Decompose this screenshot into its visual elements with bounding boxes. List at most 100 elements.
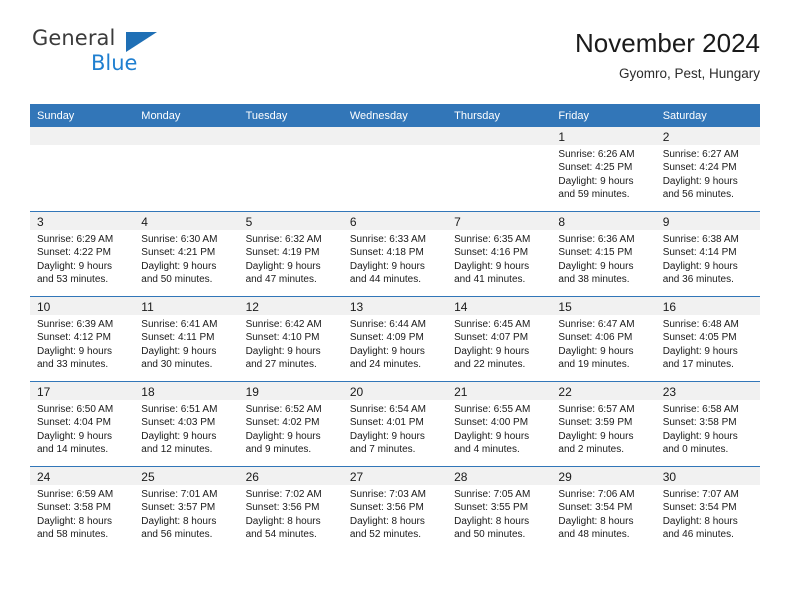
sunrise-text: Sunrise: 6:29 AM bbox=[37, 234, 114, 245]
day-number: 12 bbox=[245, 300, 259, 314]
day-cell-inner: 21 Sunrise: 6:55 AM Sunset: 4:00 PM Dayligh… bbox=[447, 382, 552, 466]
calendar-day-cell[interactable]: 17 Sunrise: 6:50 AM Sunset: 4:04 PM Dayligh… bbox=[30, 381, 135, 467]
day-number-band bbox=[342, 127, 448, 145]
day-number: 8 bbox=[558, 215, 566, 229]
weekday-header-thursday: Thursday bbox=[447, 104, 552, 127]
weekday-header-tuesday: Tuesday bbox=[238, 104, 343, 127]
day-details: Sunrise: 7:05 AM Sunset: 3:55 PM Daylight:… bbox=[447, 485, 551, 542]
day-number: 18 bbox=[141, 385, 155, 399]
calendar-day-cell[interactable]: 11 Sunrise: 6:41 AM Sunset: 4:11 PM Dayligh… bbox=[134, 296, 239, 382]
logo-triangle-icon bbox=[126, 32, 157, 52]
daylight-text-line1: Daylight: 8 hours bbox=[558, 515, 634, 527]
calendar-day-cell[interactable]: 26 Sunrise: 7:02 AM Sunset: 3:56 PM Dayligh… bbox=[238, 466, 343, 551]
calendar-day-cell[interactable]: 30 Sunrise: 7:07 AM Sunset: 3:54 PM Dayligh… bbox=[655, 466, 760, 551]
day-cell-inner: 30 Sunrise: 7:07 AM Sunset: 3:54 PM Dayligh… bbox=[655, 467, 760, 551]
calendar-day-cell[interactable]: 21 Sunrise: 6:55 AM Sunset: 4:00 PM Dayligh… bbox=[447, 381, 552, 467]
day-details: Sunrise: 7:06 AM Sunset: 3:54 PM Daylight:… bbox=[551, 485, 655, 542]
daylight-text-line1: Daylight: 9 hours bbox=[245, 430, 321, 442]
sunset-text: Sunset: 3:59 PM bbox=[558, 417, 633, 429]
daylight-text-line1: Daylight: 9 hours bbox=[454, 260, 530, 272]
calendar-day-cell[interactable]: 20 Sunrise: 6:54 AM Sunset: 4:01 PM Dayligh… bbox=[342, 381, 448, 467]
daylight-text-line2: and 41 minutes. bbox=[454, 274, 526, 286]
day-number: 23 bbox=[662, 385, 677, 399]
daylight-text-line2: and 38 minutes. bbox=[558, 274, 630, 286]
calendar-day-cell[interactable]: 10 Sunrise: 6:39 AM Sunset: 4:12 PM Dayligh… bbox=[30, 296, 135, 382]
sunset-text: Sunset: 4:24 PM bbox=[662, 162, 737, 174]
sunset-text: Sunset: 4:02 PM bbox=[245, 417, 320, 429]
calendar-day-cell[interactable]: 18 Sunrise: 6:51 AM Sunset: 4:03 PM Dayligh… bbox=[134, 381, 239, 467]
day-cell-inner bbox=[342, 127, 448, 211]
calendar-day-cell[interactable]: 5 Sunrise: 6:32 AM Sunset: 4:19 PM Daylight… bbox=[238, 211, 343, 297]
sunset-text: Sunset: 3:56 PM bbox=[245, 502, 320, 514]
day-number: 27 bbox=[349, 470, 364, 484]
day-cell-inner: 20 Sunrise: 6:54 AM Sunset: 4:01 PM Dayligh… bbox=[342, 382, 448, 466]
daylight-text-line1: Daylight: 8 hours bbox=[245, 515, 321, 527]
weekday-header-sunday: Sunday bbox=[30, 104, 135, 127]
day-number: 30 bbox=[662, 470, 677, 484]
daylight-text-line1: Daylight: 9 hours bbox=[558, 430, 634, 442]
calendar-day-cell[interactable]: 12 Sunrise: 6:42 AM Sunset: 4:10 PM Dayligh… bbox=[238, 296, 343, 382]
calendar-day-cell[interactable]: 25 Sunrise: 7:01 AM Sunset: 3:57 PM Dayligh… bbox=[134, 466, 239, 551]
calendar-day-cell[interactable]: 6 Sunrise: 6:33 AM Sunset: 4:18 PM Daylight… bbox=[342, 211, 448, 297]
calendar-day-cell[interactable]: 14 Sunrise: 6:45 AM Sunset: 4:07 PM Dayligh… bbox=[447, 296, 552, 382]
sunrise-text: Sunrise: 6:41 AM bbox=[141, 319, 218, 330]
sunset-text: Sunset: 4:22 PM bbox=[37, 247, 111, 259]
sunset-text: Sunset: 3:58 PM bbox=[662, 417, 737, 429]
day-number: 28 bbox=[454, 470, 468, 484]
day-number-band: 6 bbox=[342, 212, 448, 230]
sunrise-text: Sunrise: 6:35 AM bbox=[454, 234, 531, 245]
calendar-day-cell[interactable]: 24 Sunrise: 6:59 AM Sunset: 3:58 PM Dayligh… bbox=[30, 466, 135, 551]
calendar-day-cell[interactable]: 4 Sunrise: 6:30 AM Sunset: 4:21 PM Daylight… bbox=[134, 211, 239, 297]
calendar-day-cell[interactable]: 16 Sunrise: 6:48 AM Sunset: 4:05 PM Dayligh… bbox=[655, 296, 760, 382]
daylight-text-line1: Daylight: 8 hours bbox=[662, 515, 738, 527]
general-blue-logo[interactable]: General Blue bbox=[30, 26, 157, 82]
calendar-day-cell[interactable]: 19 Sunrise: 6:52 AM Sunset: 4:02 PM Dayligh… bbox=[238, 381, 343, 467]
daylight-text-line2: and 0 minutes. bbox=[662, 444, 729, 456]
calendar-body: 1 Sunrise: 6:26 AM Sunset: 4:25 PM Daylight… bbox=[30, 127, 760, 551]
day-number-band: 12 bbox=[238, 297, 343, 315]
calendar-day-cell[interactable]: 15 Sunrise: 6:47 AM Sunset: 4:06 PM Dayligh… bbox=[551, 296, 656, 382]
daylight-text-line1: Daylight: 8 hours bbox=[141, 515, 217, 527]
sunset-text: Sunset: 3:57 PM bbox=[141, 502, 216, 514]
day-number-band: 4 bbox=[134, 212, 239, 230]
sunset-text: Sunset: 4:03 PM bbox=[141, 417, 216, 429]
calendar-day-cell[interactable]: 27 Sunrise: 7:03 AM Sunset: 3:56 PM Dayligh… bbox=[342, 466, 448, 551]
calendar-day-cell[interactable]: 29 Sunrise: 7:06 AM Sunset: 3:54 PM Dayligh… bbox=[551, 466, 656, 551]
calendar-day-cell[interactable]: 2 Sunrise: 6:27 AM Sunset: 4:24 PM Daylight… bbox=[655, 127, 760, 212]
day-number-band bbox=[238, 127, 343, 145]
sunset-text: Sunset: 4:16 PM bbox=[454, 247, 529, 259]
calendar-day-cell[interactable]: 3 Sunrise: 6:29 AM Sunset: 4:22 PM Daylight… bbox=[30, 211, 135, 297]
daylight-text-line2: and 54 minutes. bbox=[245, 529, 317, 541]
day-number: 10 bbox=[37, 300, 51, 314]
sunrise-text: Sunrise: 6:30 AM bbox=[141, 234, 218, 245]
day-details: Sunrise: 6:33 AM Sunset: 4:18 PM Daylight:… bbox=[343, 230, 447, 287]
daylight-text-line2: and 12 minutes. bbox=[141, 444, 213, 456]
day-cell-inner: 14 Sunrise: 6:45 AM Sunset: 4:07 PM Dayligh… bbox=[447, 297, 552, 381]
sunset-text: Sunset: 4:09 PM bbox=[349, 332, 424, 344]
day-number-band: 30 bbox=[655, 467, 760, 485]
calendar-day-cell[interactable]: 28 Sunrise: 7:05 AM Sunset: 3:55 PM Dayligh… bbox=[447, 466, 552, 551]
logo-text-general: General bbox=[32, 26, 116, 50]
calendar-day-cell[interactable]: 1 Sunrise: 6:26 AM Sunset: 4:25 PM Daylight… bbox=[551, 127, 656, 212]
daylight-text-line1: Daylight: 9 hours bbox=[141, 430, 217, 442]
calendar-day-cell[interactable]: 22 Sunrise: 6:57 AM Sunset: 3:59 PM Dayligh… bbox=[551, 381, 656, 467]
calendar-day-cell[interactable]: 7 Sunrise: 6:35 AM Sunset: 4:16 PM Daylight… bbox=[447, 211, 552, 297]
daylight-text-line2: and 52 minutes. bbox=[349, 529, 422, 541]
calendar-day-cell[interactable]: 9 Sunrise: 6:38 AM Sunset: 4:14 PM Daylight… bbox=[655, 211, 760, 297]
sunrise-text: Sunrise: 7:01 AM bbox=[141, 489, 218, 500]
day-number-band: 1 bbox=[551, 127, 656, 145]
day-number: 19 bbox=[245, 385, 259, 399]
calendar-day-cell[interactable]: 13 Sunrise: 6:44 AM Sunset: 4:09 PM Dayligh… bbox=[342, 296, 448, 382]
calendar-week-row: 10 Sunrise: 6:39 AM Sunset: 4:12 PM Dayligh… bbox=[30, 296, 760, 382]
calendar-day-cell[interactable]: 23 Sunrise: 6:58 AM Sunset: 3:58 PM Dayligh… bbox=[655, 381, 760, 467]
weekday-header-monday: Monday bbox=[134, 104, 239, 127]
sunrise-text: Sunrise: 6:57 AM bbox=[558, 404, 635, 415]
calendar-day-cell-empty bbox=[238, 127, 343, 212]
day-number: 20 bbox=[349, 385, 364, 399]
day-cell-inner: 24 Sunrise: 6:59 AM Sunset: 3:58 PM Dayligh… bbox=[30, 467, 135, 551]
daylight-text-line1: Daylight: 9 hours bbox=[662, 175, 738, 187]
day-details: Sunrise: 6:52 AM Sunset: 4:02 PM Daylight:… bbox=[239, 400, 343, 457]
day-number-band: 8 bbox=[551, 212, 656, 230]
day-details: Sunrise: 7:03 AM Sunset: 3:56 PM Daylight:… bbox=[343, 485, 447, 542]
calendar-day-cell[interactable]: 8 Sunrise: 6:36 AM Sunset: 4:15 PM Daylight… bbox=[551, 211, 656, 297]
